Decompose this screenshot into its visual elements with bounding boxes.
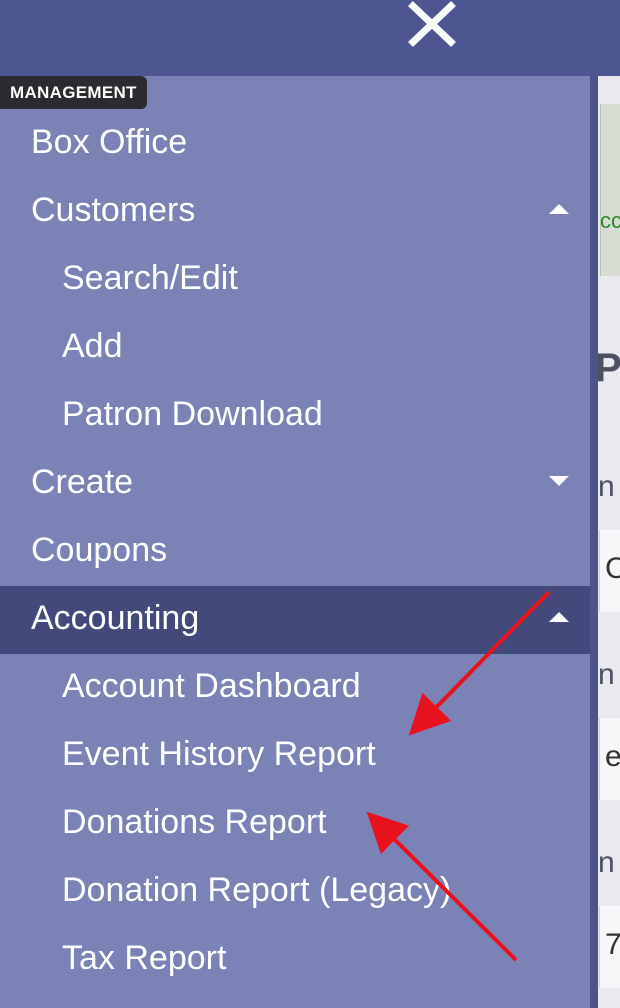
menu-item-label: Patron Download	[62, 395, 323, 433]
menu-item-label: Box Office	[31, 123, 188, 161]
menu-item-label: Add	[62, 327, 123, 365]
menu-item-coupons[interactable]: Coupons	[0, 518, 590, 586]
background-input: el	[599, 718, 620, 800]
close-button[interactable]	[405, 0, 459, 50]
menu-item-label: Tax Report	[62, 939, 227, 977]
menu-item-add[interactable]: Add	[0, 314, 590, 382]
menu-item-accounting[interactable]: Accounting	[0, 586, 590, 654]
menu-item-label: Donation Report (Legacy)	[62, 871, 452, 909]
sidebar-menu: MANAGEMENT Box Office Customers Search/E…	[0, 76, 590, 1008]
menu-item-patron-download[interactable]: Patron Download	[0, 382, 590, 450]
menu-item-event-history-report[interactable]: Event History Report	[0, 722, 590, 790]
menu-item-donation-report-legacy[interactable]: Donation Report (Legacy)	[0, 858, 590, 926]
section-tag: MANAGEMENT	[0, 76, 147, 109]
menu-item-label: Accounting	[31, 599, 200, 637]
background-input-text: C	[605, 552, 620, 585]
menu-item-account-dashboard[interactable]: Account Dashboard	[0, 654, 590, 722]
caret-down-icon[interactable]	[549, 476, 569, 486]
top-bar	[0, 0, 620, 76]
background-page: cc P n C n el n 78	[598, 76, 620, 1008]
background-label: n	[598, 846, 615, 879]
menu-item-search-edit[interactable]: Search/Edit	[0, 246, 590, 314]
menu-item-customers[interactable]: Customers	[0, 178, 590, 246]
menu-item-label: Customers	[31, 191, 196, 229]
menu-item-label: Event History Report	[62, 735, 376, 773]
menu-item-tax-report[interactable]: Tax Report	[0, 926, 590, 994]
background-card: cc	[600, 104, 620, 276]
background-card-text: cc	[600, 208, 620, 233]
background-input-text: 78	[605, 928, 620, 961]
menu-item-label: Create	[31, 463, 134, 501]
background-label: n	[598, 470, 615, 503]
caret-up-icon[interactable]	[549, 612, 569, 622]
menu-item-label: Coupons	[31, 531, 168, 569]
menu-item-label: Account Dashboard	[62, 667, 361, 705]
menu-item-create[interactable]: Create	[0, 450, 590, 518]
menu-item-donations-report[interactable]: Donations Report	[0, 790, 590, 858]
menu-item-label: Search/Edit	[62, 259, 238, 297]
menu-item-box-office[interactable]: Box Office	[0, 110, 590, 178]
close-icon[interactable]	[405, 0, 459, 50]
menu-item-label: Donations Report	[62, 803, 327, 841]
background-input: 78	[599, 906, 620, 988]
background-heading: P	[598, 346, 620, 390]
background-input-text: el	[605, 740, 620, 773]
background-input: C	[599, 530, 620, 612]
caret-up-icon[interactable]	[549, 204, 569, 214]
background-label: n	[598, 658, 615, 691]
